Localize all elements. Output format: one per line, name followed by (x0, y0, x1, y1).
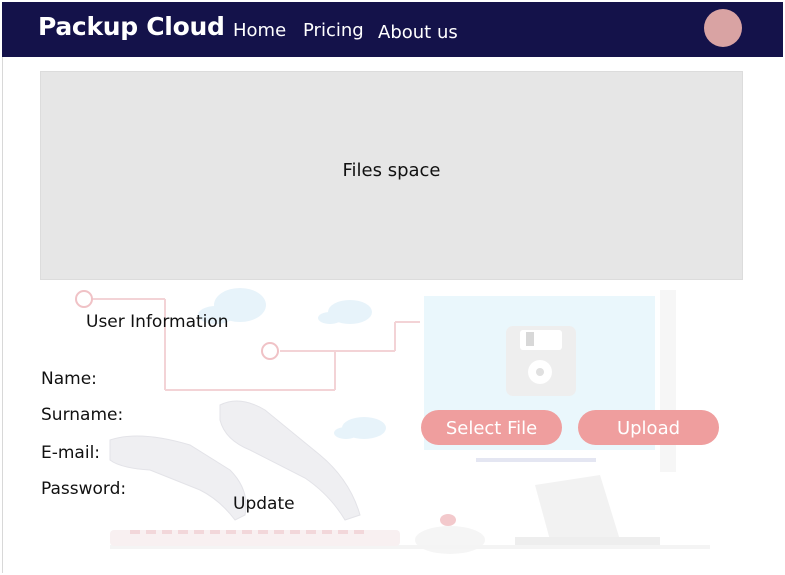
surname-label: Surname: (41, 405, 124, 425)
files-space-panel[interactable]: Files space (40, 71, 743, 280)
files-space-label: Files space (342, 160, 441, 181)
avatar-icon[interactable] (704, 9, 742, 47)
circuit-node-icon (261, 342, 279, 360)
nav-home-link[interactable]: Home (233, 20, 286, 41)
circuit-node-icon (75, 290, 93, 308)
user-info-title: User Information (86, 312, 229, 332)
select-file-button[interactable]: Select File (421, 410, 562, 445)
brand-logo[interactable]: Packup Cloud (38, 12, 225, 41)
password-label: Password: (41, 479, 127, 499)
floppy-disk-icon (506, 326, 576, 396)
upload-button[interactable]: Upload (578, 410, 719, 445)
email-label: E-mail: (41, 443, 101, 463)
nav-pricing-link[interactable]: Pricing (303, 20, 364, 41)
nav-about-link[interactable]: About us (378, 22, 458, 43)
update-button[interactable]: Update (233, 494, 295, 514)
name-label: Name: (41, 369, 97, 389)
